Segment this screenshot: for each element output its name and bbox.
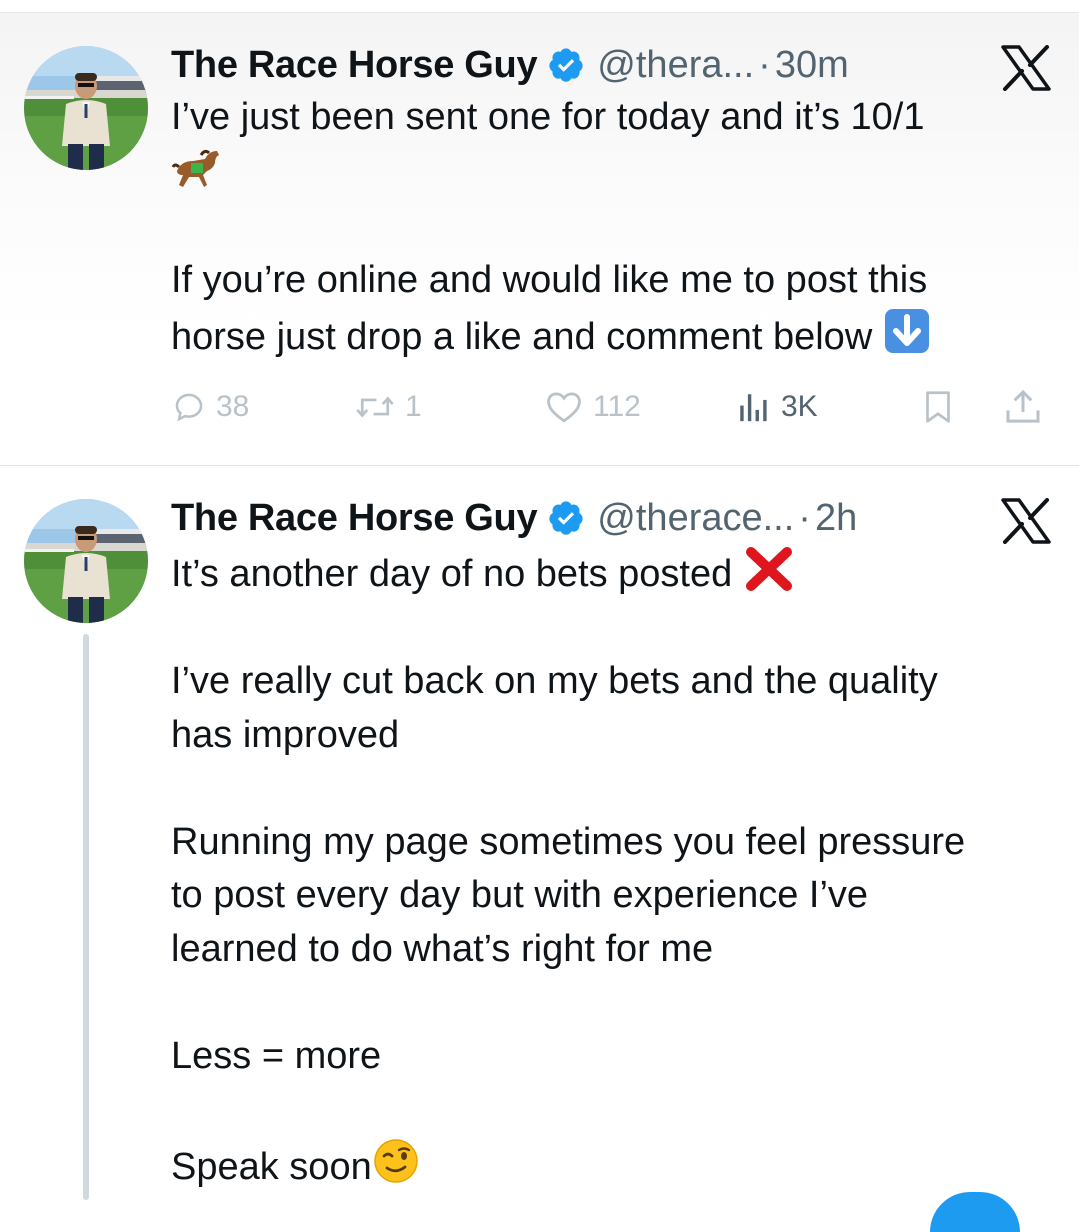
thread-line <box>83 634 89 1200</box>
handle[interactable]: @thera... <box>597 43 754 87</box>
verified-badge-icon <box>549 501 583 535</box>
timestamp[interactable]: 2h <box>815 496 857 540</box>
reply-icon <box>175 393 203 422</box>
bookmark-button[interactable] <box>920 385 956 429</box>
tweet-actions: 38 1 112 3K <box>0 385 1079 429</box>
tweet-line: to post every day but with experience I’… <box>171 874 869 916</box>
views-button[interactable]: 3K <box>735 385 818 429</box>
share-icon <box>1006 389 1040 423</box>
tweet-card-1[interactable]: The Race Horse Guy @thera... · 30m I’ve … <box>0 13 1079 465</box>
tweet-line: Less = more <box>171 1034 382 1077</box>
avatar[interactable] <box>24 499 148 623</box>
tweet-header: The Race Horse Guy @thera... · 30m <box>171 43 849 87</box>
retweet-count: 1 <box>405 390 422 423</box>
handle[interactable]: @therace... <box>597 496 794 540</box>
emoji-line <box>171 145 931 201</box>
like-button[interactable]: 112 <box>545 385 641 429</box>
tweet-line: has improved <box>171 713 400 756</box>
tweet-line: I’ve just been sent one for today and it… <box>171 96 925 138</box>
tweet-line: It’s another day of no bets posted <box>171 546 965 602</box>
tweet-header: The Race Horse Guy @therace... · 2h <box>171 496 857 540</box>
x-logo-icon[interactable] <box>1001 45 1051 91</box>
separator-dot: · <box>758 44 771 86</box>
bookmark-icon <box>926 391 950 423</box>
like-count: 112 <box>593 390 641 423</box>
x-logo-icon[interactable] <box>1001 498 1051 544</box>
tweet-line: I’ve really cut back on my bets and the … <box>171 660 938 702</box>
tweet-line: If you’re online and would like me to po… <box>171 258 928 301</box>
share-button[interactable] <box>1003 385 1043 429</box>
avatar[interactable] <box>24 46 148 170</box>
down-arrow-emoji-icon <box>884 309 929 353</box>
tweet-line: horse just drop a like and comment below <box>171 307 931 365</box>
tweet-line: Running my page sometimes you feel press… <box>171 820 966 863</box>
tweet-line: learned to do what’s right for me <box>171 927 714 970</box>
timestamp[interactable]: 30m <box>775 43 849 87</box>
tweet-card-2[interactable]: The Race Horse Guy @therace... · 2h It’s… <box>0 466 1079 1200</box>
avatar-photo <box>24 46 148 170</box>
verified-badge-icon <box>549 48 583 82</box>
red-cross-mark-icon <box>745 547 792 591</box>
like-icon <box>547 392 581 423</box>
views-count: 3K <box>781 390 818 423</box>
tweet-body: I’ve just been sent one for today and it… <box>171 91 931 365</box>
racehorse-emoji-icon <box>171 149 219 187</box>
reply-count: 38 <box>216 390 250 423</box>
display-name[interactable]: The Race Horse Guy <box>171 43 538 87</box>
separator-dot: · <box>798 497 811 539</box>
retweet-icon <box>356 396 394 418</box>
tweet-line: Speak soon <box>171 1137 965 1195</box>
winking-face-icon <box>373 1138 418 1183</box>
retweet-button[interactable]: 1 <box>355 385 422 429</box>
display-name[interactable]: The Race Horse Guy <box>171 496 538 540</box>
avatar-photo <box>24 499 148 623</box>
reply-button[interactable]: 38 <box>172 385 249 429</box>
tweet-body: It’s another day of no bets posted I’ve … <box>171 546 965 1194</box>
views-icon <box>740 394 767 422</box>
